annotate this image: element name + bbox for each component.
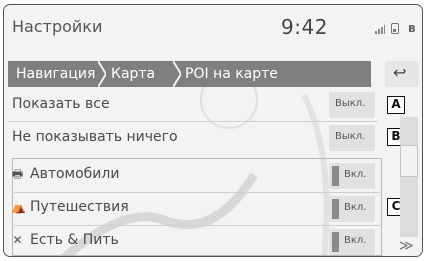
toggle-state: Вкл. [344,235,367,246]
toggle-indicator [332,199,339,219]
list-item-category[interactable]: 🖶 Автомобили [8,160,378,190]
signal-icon [375,25,385,34]
car-icon: 🖶 [11,167,24,181]
bluetooth-icon: ʙ [408,21,416,35]
toggle-state: Выкл. [335,98,366,109]
breadcrumb: Навигация Карта POI на карте [8,61,371,87]
back-arrow-icon: ↩ [393,63,407,82]
scroll-down-icon[interactable]: ≫ [399,238,414,254]
list-item-category[interactable]: ⛺ Путешествия [8,193,378,223]
category-toggle[interactable]: Вкл. [329,196,375,222]
phone-icon [391,23,399,34]
show-none-label: Не показывать ничего [12,129,178,145]
breadcrumb-navigation[interactable]: Навигация [16,61,95,87]
divider [8,121,378,122]
toggle-state: Вкл. [344,202,367,213]
category-label: Путешествия [30,199,129,215]
show-all-toggle[interactable]: Выкл. [329,92,375,118]
food-icon: ✕ [12,233,23,247]
back-button[interactable]: ↩ [385,61,419,87]
scrollbar[interactable] [400,117,418,237]
category-toggle[interactable]: Вкл. [329,163,375,189]
list-item-category[interactable]: ✕ Есть & Пить [8,226,378,256]
scroll-thumb[interactable] [400,145,418,177]
breadcrumb-separator [98,61,106,87]
breadcrumb-map[interactable]: Карта [111,61,155,87]
callout-a: A [387,96,405,114]
status-bar: Настройки 9:42 ʙ [4,5,422,55]
breadcrumb-poi: POI на карте [185,66,278,82]
category-label: Автомобили [30,166,120,182]
list-item-show-all[interactable]: Показать все [8,90,378,120]
travel-icon: ⛺ [11,200,26,214]
screen-title: Настройки [12,17,103,36]
toggle-indicator [332,232,339,252]
breadcrumb-separator [173,61,181,87]
show-none-toggle[interactable]: Выкл. [329,125,375,151]
list-item-show-none[interactable]: Не показывать ничего [8,123,378,153]
toggle-indicator [332,166,339,186]
category-label: Есть & Пить [30,232,119,248]
toggle-state: Вкл. [344,169,367,180]
toggle-state: Выкл. [335,131,366,142]
clock: 9:42 [281,15,328,39]
category-toggle[interactable]: Вкл. [329,229,375,255]
show-all-label: Показать все [12,96,110,112]
settings-screen: Настройки 9:42 ʙ Навигация Карта POI на … [3,4,423,257]
